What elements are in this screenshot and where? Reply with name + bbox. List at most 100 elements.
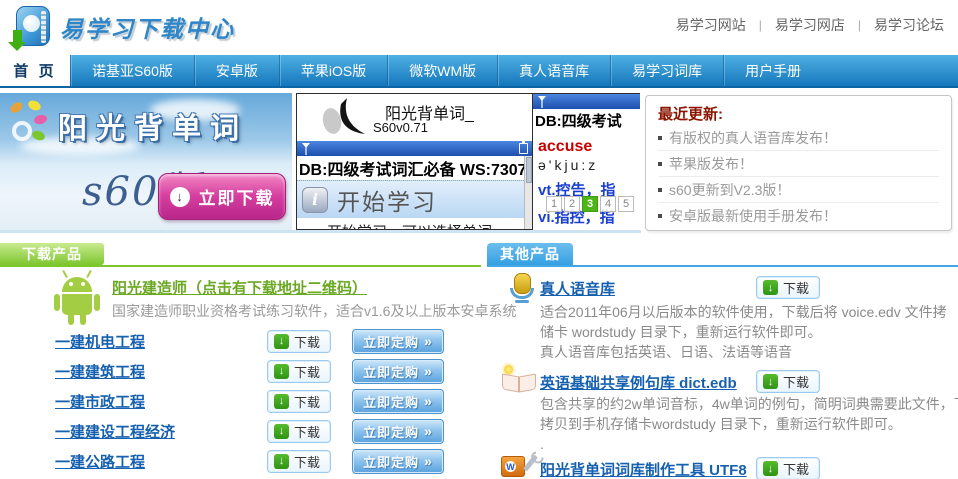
antenna-icon [537,95,547,108]
download-button[interactable]: ↓下载 [756,370,820,393]
pagination-item[interactable]: 2 [564,196,580,212]
bullet-icon [658,136,662,140]
db-status-line: DB:四级考试 [533,109,640,131]
product-link[interactable]: 一建公路工程 [55,451,267,472]
phone-statusbar [533,94,640,109]
bullet-icon [658,162,662,166]
download-button[interactable]: ↓下载 [267,330,331,353]
example-db-description: 包含共享的约2w单词音标，4w单词的例句，简明词典需要此文件，下 [540,394,958,414]
battery-icon [519,143,528,154]
tab-other-products[interactable]: 其他产品 [487,243,573,265]
download-arrow-icon: ↓ [274,424,289,439]
flower-logo-icon [4,101,54,153]
order-button[interactable]: 立即定购» [352,389,444,414]
header-separator: | [759,18,762,32]
microphone-icon [507,273,537,309]
example-db-description: . [540,436,958,452]
pagination-item[interactable]: 5 [618,196,634,212]
example-db-description: 拷贝到手机存储卡wordstudy 目录下，重新运行软件即可。 [540,414,958,434]
voice-lib-description: 适合2011年06月以后版本的软件使用，下载后将 voice.edv 文件拷 [540,302,958,322]
update-item[interactable]: 苹果版发布！ [658,151,939,177]
nav-item-manual[interactable]: 用户手册 [723,55,822,86]
banner-title: 阳光背单词 [58,105,288,147]
phone-statusbar [297,141,532,156]
phonetic-text: ə'kju:z [538,157,640,173]
product-link[interactable]: 一建建设工程经济 [55,421,267,442]
nav-item-ios[interactable]: 苹果iOS版 [279,55,387,86]
chevron-right-icon: » [424,393,433,409]
pagination-item[interactable]: 4 [600,196,616,212]
header-link-store[interactable]: 易学习网店 [775,15,845,35]
dict-tool-link[interactable]: 阳光背单词词库制作工具 UTF8 [540,459,747,479]
product-row: 一建机电工程 ↓下载 立即定购» [55,326,447,356]
order-button[interactable]: 立即定购» [352,359,444,384]
banner-promo: 阳光背单词 s60版 ↓ 立即下载 [0,93,292,230]
nav-item-android[interactable]: 安卓版 [194,55,279,86]
order-button[interactable]: 立即定购» [352,449,444,474]
update-item[interactable]: s60更新到V2.3版！ [658,177,939,203]
download-button[interactable]: ↓下载 [756,457,820,479]
header-link-website[interactable]: 易学习网站 [676,15,746,35]
builder-product-link[interactable]: 阳光建造师（点击有下载地址二维码） [112,277,367,298]
chevron-right-icon: » [424,363,433,379]
product-link[interactable]: 一建机电工程 [55,331,267,352]
product-link[interactable]: 一建建筑工程 [55,361,267,382]
page: 易学习下载中心 易学习网站 | 易学习网店 | 易学习论坛 首 页 诺基亚S60… [0,0,958,479]
download-button[interactable]: ↓下载 [267,390,331,413]
dictionary-word: accuse [538,138,640,156]
info-icon: i [302,187,328,213]
update-item[interactable]: 安卓版最新使用手册发布！ [658,203,939,229]
nav-item-nokia-s60[interactable]: 诺基亚S60版 [70,55,194,86]
download-arrow-icon: ↓ [763,280,778,295]
example-db-link[interactable]: 英语基础共享例句库 dict.edb [540,372,737,393]
voice-lib-link[interactable]: 真人语音库 [540,278,615,299]
header-link-forum[interactable]: 易学习论坛 [874,15,944,35]
tab-download-products[interactable]: 下载产品 [0,243,104,265]
chevron-right-icon: » [424,453,433,469]
product-row: 一建市政工程 ↓下载 立即定购» [55,386,447,416]
order-button[interactable]: 立即定购» [352,419,444,444]
download-button[interactable]: ↓下载 [267,450,331,473]
voice-lib-description: 储卡 wordstudy 目录下，重新运行软件即可。 [540,322,958,342]
product-row: 一建公路工程 ↓下载 立即定购» [55,446,447,476]
header-links: 易学习网站 | 易学习网店 | 易学习论坛 [676,15,944,35]
download-arrow-icon: ↓ [170,187,190,207]
download-arrow-icon: ↓ [763,461,778,476]
banner-divider [0,230,641,233]
product-link[interactable]: 一建市政工程 [55,391,267,412]
main-nav: 首 页 诺基亚S60版 安卓版 苹果iOS版 微软WM版 真人语音库 易学习词库… [0,55,958,88]
download-arrow-icon: ↓ [274,364,289,379]
nav-item-voice-lib[interactable]: 真人语音库 [497,55,610,86]
site-logo[interactable]: 易学习下载中心 [8,4,235,50]
green-divider [0,265,481,267]
site-title: 易学习下载中心 [60,10,235,44]
example-book-icon [501,367,537,397]
header: 易学习下载中心 易学习网站 | 易学习网店 | 易学习论坛 [0,0,958,55]
download-arrow-icon: ↓ [274,454,289,469]
download-button[interactable]: ↓下载 [756,276,820,299]
download-button[interactable]: ↓下载 [267,420,331,443]
pagination-item[interactable]: 1 [546,196,562,212]
banner-download-button[interactable]: ↓ 立即下载 [158,173,286,220]
bullet-icon [658,188,662,192]
download-button[interactable]: ↓下载 [267,360,331,383]
update-item[interactable]: 有版权的真人语音库发布！ [658,125,939,151]
voice-lib-description: 真人语音库包括英语、日语、法语等语音 [540,342,958,362]
chevron-right-icon: » [424,423,433,439]
nav-item-wm[interactable]: 微软WM版 [387,55,497,86]
recent-updates-panel: 最近更新: 有版权的真人语音库发布！ 苹果版发布！ s60更新到V2.3版！ 安… [645,95,952,231]
pagination-item-active[interactable]: 3 [582,196,598,212]
download-arrow-icon: ↓ [763,374,778,389]
bullet-icon [658,214,662,218]
menu-row-description: 开始学习，可以选择单词 [297,218,532,230]
scrollbar [524,156,532,230]
android-icon [48,271,106,327]
header-separator: | [858,18,861,32]
order-button[interactable]: 立即定购» [352,329,444,354]
app-logo-icon [315,96,375,140]
nav-item-home[interactable]: 首 页 [0,55,70,86]
builder-product-description: 国家建造师职业资格考试练习软件，适合v1.6及以上版本安卓系统 [112,301,516,321]
recent-updates-title: 最近更新: [658,103,939,125]
carousel-pagination: 1 2 3 4 5 [546,196,634,212]
nav-item-dict-lib[interactable]: 易学习词库 [610,55,723,86]
